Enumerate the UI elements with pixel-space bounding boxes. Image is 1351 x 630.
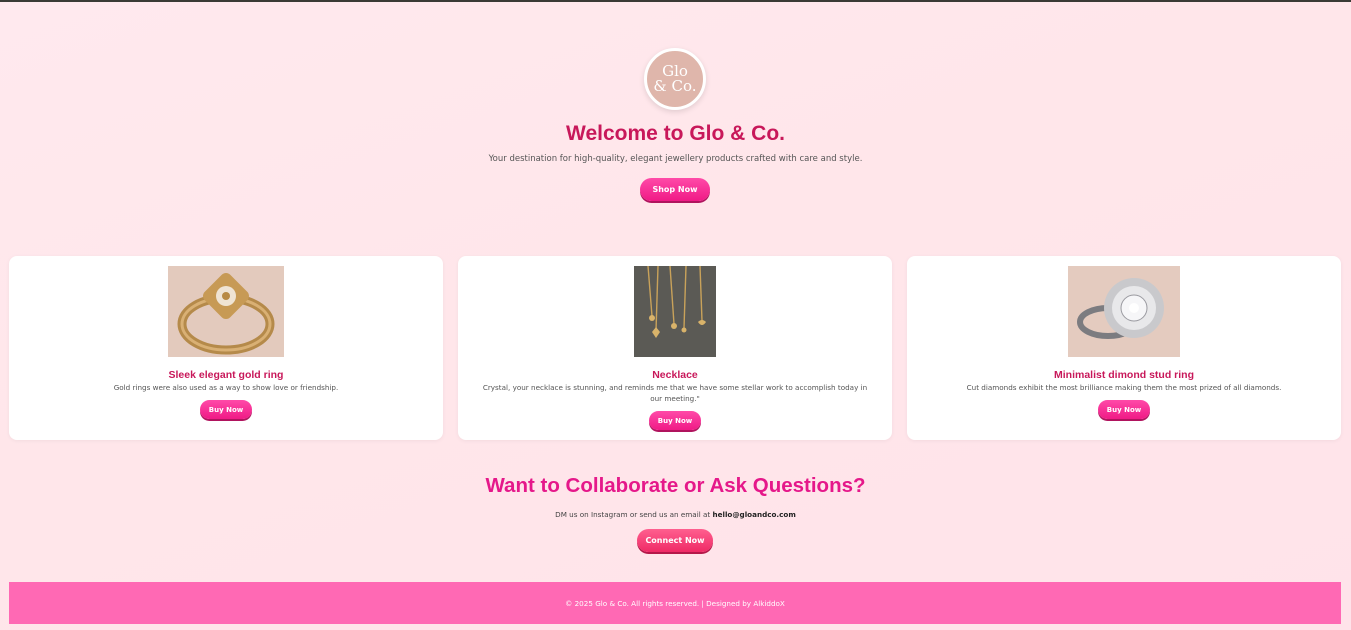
- buy-now-button[interactable]: Buy Now: [649, 411, 701, 430]
- product-card-necklace: Necklace Crystal, your necklace is stunn…: [458, 256, 892, 440]
- gold-ring-image: [168, 266, 284, 357]
- product-card-diamond-ring: Minimalist dimond stud ring Cut diamonds…: [907, 256, 1341, 440]
- product-title: Sleek elegant gold ring: [168, 369, 284, 381]
- top-border: [0, 0, 1351, 2]
- necklace-image: [634, 266, 716, 357]
- product-title: Minimalist dimond stud ring: [1054, 369, 1194, 381]
- hero-subtitle: Your destination for high-quality, elega…: [488, 154, 863, 164]
- footer-text: © 2025 Glo & Co. All rights reserved. | …: [565, 598, 785, 608]
- hero-title: Welcome to Glo & Co.: [566, 122, 785, 145]
- buy-now-button[interactable]: Buy Now: [200, 400, 252, 419]
- footer: © 2025 Glo & Co. All rights reserved. | …: [9, 582, 1341, 624]
- brand-logo: Glo & Co.: [644, 48, 706, 110]
- collab-text: DM us on Instagram or send us an email a…: [0, 510, 1351, 519]
- contact-email[interactable]: hello@gloandco.com: [713, 510, 796, 519]
- buy-now-button[interactable]: Buy Now: [1098, 400, 1150, 419]
- logo-line-2: & Co.: [653, 77, 697, 95]
- product-card-gold-ring: Sleek elegant gold ring Gold rings were …: [9, 256, 443, 440]
- connect-now-button[interactable]: Connect Now: [637, 529, 713, 552]
- diamond-ring-image: [1068, 266, 1180, 357]
- product-description: Gold rings were also used as a way to sh…: [113, 383, 339, 392]
- collab-text-prefix: DM us on Instagram or send us an email a…: [555, 510, 711, 519]
- shop-now-button[interactable]: Shop Now: [640, 178, 710, 201]
- collab-title: Want to Collaborate or Ask Questions?: [485, 474, 866, 497]
- product-description: Crystal, your necklace is stunning, and …: [482, 383, 868, 403]
- product-description: Cut diamonds exhibit the most brilliance…: [966, 383, 1282, 392]
- product-title: Necklace: [652, 369, 698, 381]
